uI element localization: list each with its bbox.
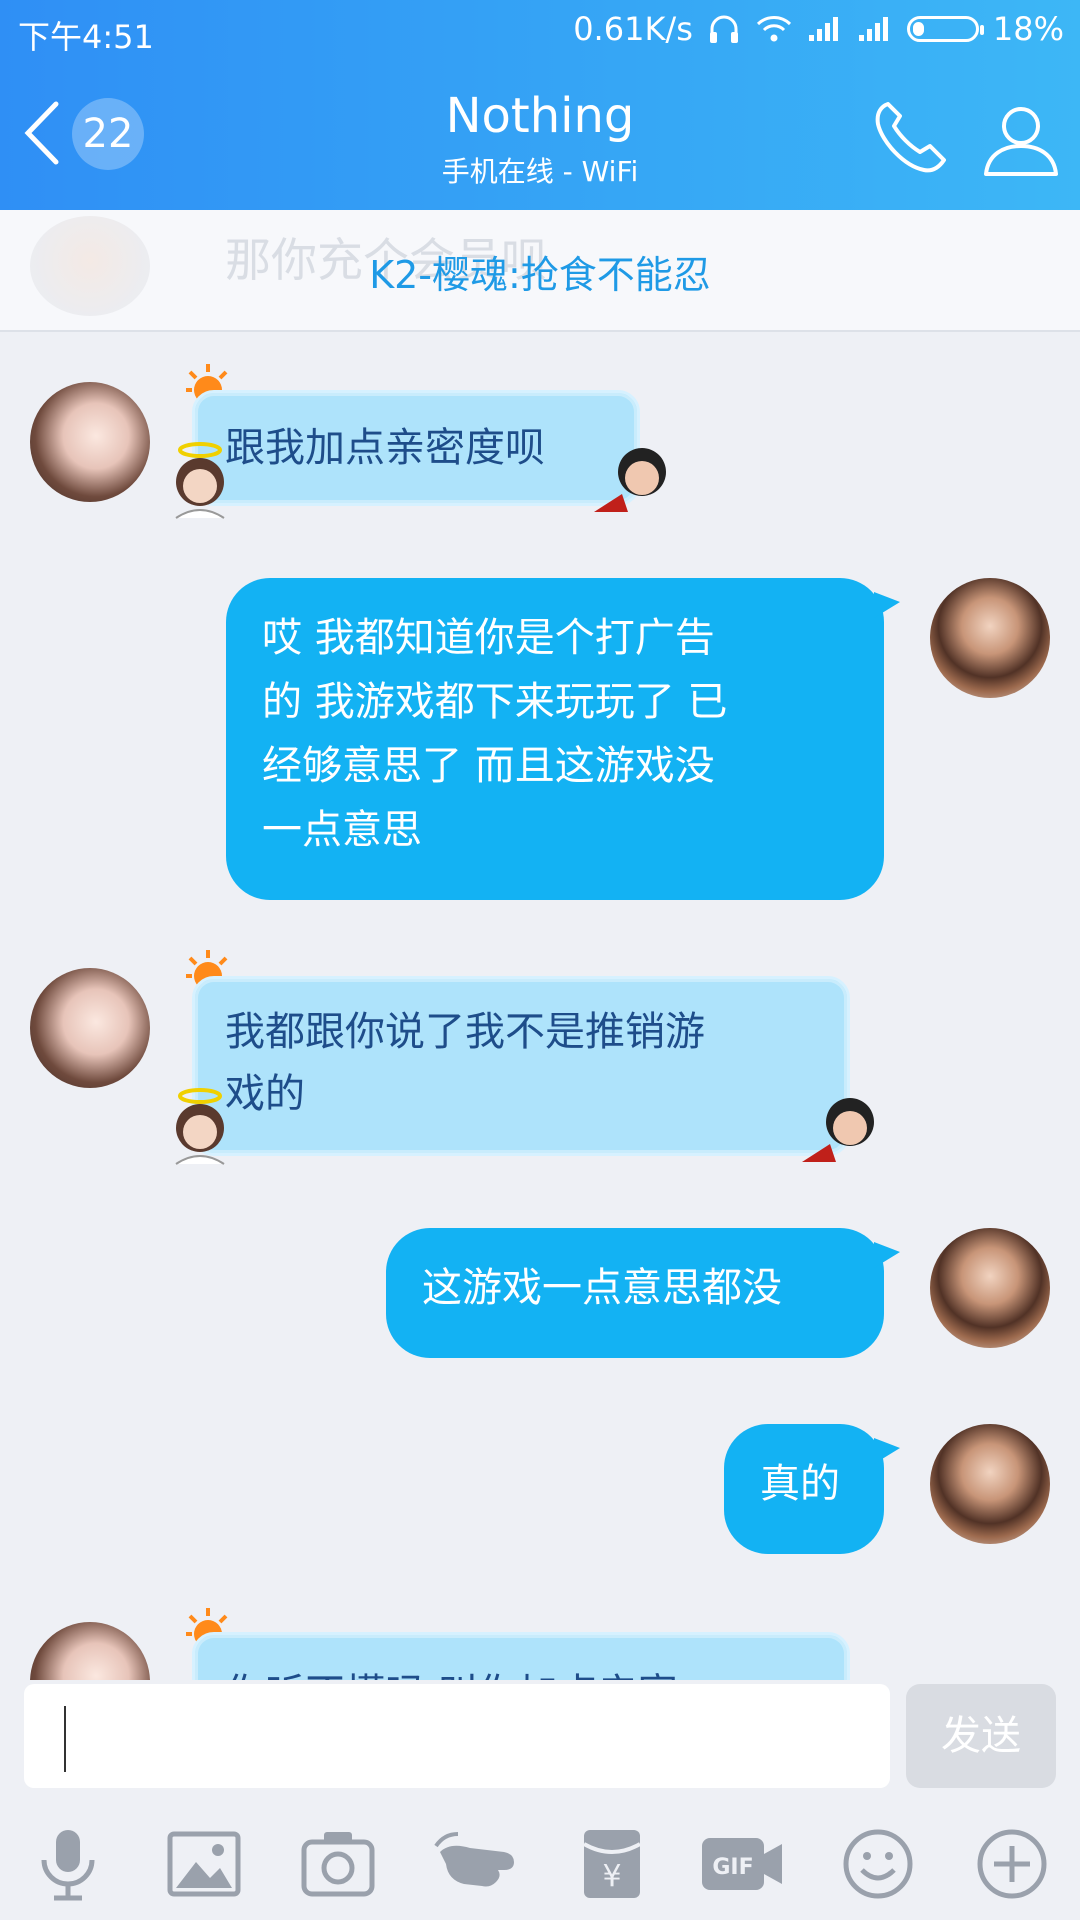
message-line: 经够意思了 而且这游戏没	[262, 743, 715, 789]
message-line: 戏的	[225, 1071, 305, 1117]
message-line: 的 我游戏都下来玩玩了 已	[262, 679, 728, 725]
profile-icon[interactable]	[980, 98, 1062, 178]
message-bubble-received[interactable]: 跟我加点亲密度呗	[192, 390, 640, 506]
plus-icon[interactable]	[974, 1826, 1050, 1902]
message-line: 一点意思	[262, 807, 422, 853]
status-time: 下午4:51	[18, 18, 154, 56]
message-text: 跟我加点亲密度呗	[225, 425, 545, 471]
message-bubble-received[interactable]: 你听不懂吗 叫你加点亲密	[192, 1632, 850, 1680]
status-bar: 下午4:51 0.61K/s 18%	[0, 0, 1080, 62]
message-text: 真的	[760, 1461, 840, 1507]
bubble-tail	[874, 1438, 900, 1464]
battery-fill	[912, 22, 924, 36]
contact-avatar[interactable]	[30, 382, 150, 502]
svg-text:GIF: GIF	[712, 1855, 753, 1880]
contact-avatar[interactable]	[30, 968, 150, 1088]
devil-sticker-icon	[802, 1098, 874, 1162]
message-text: 这游戏一点意思都没	[422, 1265, 782, 1311]
network-speed: 0.61K/s	[573, 10, 693, 48]
send-button[interactable]: 发送	[906, 1684, 1056, 1788]
my-avatar[interactable]	[930, 1424, 1050, 1544]
emoji-icon[interactable]	[840, 1826, 916, 1902]
gif-icon[interactable]: GIF	[700, 1826, 784, 1902]
angel-sticker-icon	[175, 442, 225, 519]
signal-icon-2	[858, 17, 888, 41]
svg-text:¥: ¥	[602, 1859, 621, 1894]
poke-icon[interactable]	[434, 1826, 520, 1902]
chat-area[interactable]: 跟我加点亲密度呗 哎 我都知道你是个打广告 的 我游戏都下来玩玩了 已 经够意思…	[0, 330, 1080, 1680]
message-bubble-received[interactable]: 我都跟你说了我不是推销游 戏的	[192, 976, 850, 1156]
angel-sticker-icon	[175, 1088, 225, 1165]
camera-icon[interactable]	[300, 1826, 376, 1902]
bubble-tail	[874, 592, 900, 618]
status-right: 0.61K/s 18%	[573, 10, 1064, 48]
message-input[interactable]	[24, 1684, 890, 1788]
bubble-tail	[874, 1242, 900, 1268]
phone-icon[interactable]	[868, 96, 952, 180]
signal-icon	[808, 17, 838, 41]
battery-icon	[906, 16, 984, 42]
headphones-icon	[709, 15, 738, 43]
contact-avatar[interactable]	[30, 1622, 150, 1680]
message-line: 哎 我都知道你是个打广告	[262, 615, 715, 661]
message-bubble-sent[interactable]: 这游戏一点意思都没	[386, 1228, 900, 1358]
red-packet-icon[interactable]: ¥	[574, 1826, 650, 1902]
my-avatar[interactable]	[930, 1228, 1050, 1348]
text-caret	[64, 1706, 66, 1772]
my-avatar[interactable]	[930, 578, 1050, 698]
message-text: 你听不懂吗 叫你加点亲密	[225, 1671, 678, 1680]
devil-sticker-icon	[594, 448, 666, 512]
image-icon[interactable]	[166, 1826, 242, 1902]
input-toolbar: ¥ GIF	[0, 1796, 1080, 1920]
input-bar: 发送	[0, 1680, 1080, 1796]
message-bubble-sent[interactable]: 真的	[724, 1424, 900, 1554]
message-bubble-sent[interactable]: 哎 我都知道你是个打广告 的 我游戏都下来玩玩了 已 经够意思了 而且这游戏没 …	[226, 578, 900, 900]
battery-percent: 18%	[992, 10, 1064, 48]
group-banner[interactable]: 那你充个会员呗 K2-樱魂:抢食不能忍	[0, 210, 1080, 332]
message-line: 我都跟你说了我不是推销游	[225, 1009, 705, 1055]
wifi-icon	[756, 16, 791, 42]
banner-text[interactable]: K2-樱魂:抢食不能忍	[0, 244, 1080, 299]
header-bar: 下午4:51 0.61K/s 18% 22 Nothing 手机在线 - WiF…	[0, 0, 1080, 210]
microphone-icon[interactable]	[30, 1826, 106, 1902]
